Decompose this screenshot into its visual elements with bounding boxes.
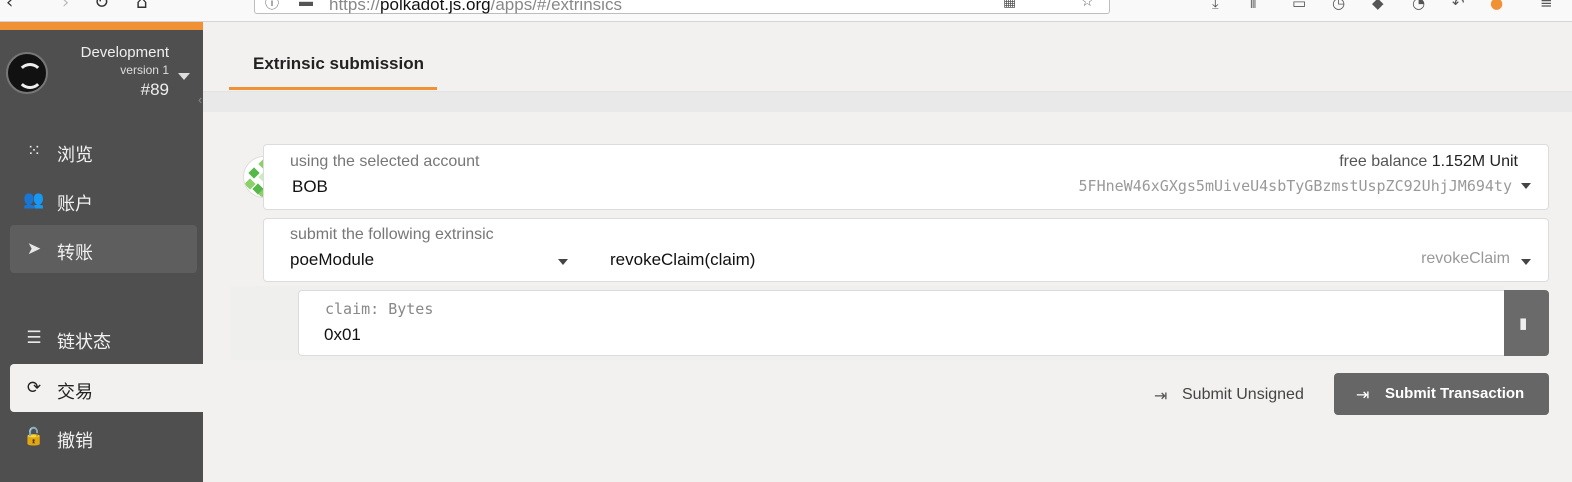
sidebar-item-transfer[interactable]: ➤ 转账 xyxy=(10,225,197,273)
chat-icon[interactable]: ◔ xyxy=(1412,0,1425,12)
bitcoin-icon[interactable]: ● xyxy=(1490,0,1503,12)
sidebar-item-accounts[interactable]: 👥 账户 xyxy=(10,176,197,224)
sidebar-toggle-icon[interactable]: ▭ xyxy=(1292,0,1306,12)
database-icon: ☰ xyxy=(26,328,42,348)
extension-icon[interactable]: ◆ xyxy=(1372,0,1384,12)
chevron-down-icon[interactable] xyxy=(1521,183,1531,189)
unlock-icon: 🔓 xyxy=(23,427,45,447)
menu-icon[interactable]: ≡ xyxy=(1540,0,1553,12)
sidebar-item-label: 转账 xyxy=(57,243,93,264)
tab-bar: Extrinsic submission xyxy=(203,22,1572,92)
account-label: using the selected account xyxy=(290,153,480,170)
claim-input[interactable]: claim: Bytes 0x01 xyxy=(298,290,1506,356)
paper-plane-icon: ➤ xyxy=(26,239,42,259)
browser-toolbar: ‹ › ↻ ⌂ ⓘ ▬ https://polkadot.js.org/apps… xyxy=(0,0,1572,22)
module-select[interactable]: poeModule xyxy=(290,250,580,272)
chain-logo-icon xyxy=(6,52,48,94)
sidebar-item-extrinsics[interactable]: ⟳ 交易 xyxy=(10,364,203,412)
chain-version: version 1 xyxy=(120,63,169,77)
library-icon[interactable]: ⫴ xyxy=(1250,0,1256,12)
forward-icon[interactable]: › xyxy=(62,0,69,13)
sidebar-item-revoke[interactable]: 🔓 撤销 xyxy=(10,413,197,461)
submit-transaction-button[interactable]: ⇥ Submit Transaction xyxy=(1334,373,1549,415)
submit-transaction-label: Submit Transaction xyxy=(1385,385,1525,402)
tab-label: Extrinsic submission xyxy=(253,54,424,73)
undo-icon[interactable]: ↶ xyxy=(1452,0,1465,12)
header-divider-band xyxy=(203,92,1572,112)
lock-icon: ▬ xyxy=(299,0,313,9)
bookmark-icon[interactable]: ☆ xyxy=(1081,0,1094,10)
extrinsic-selector: submit the following extrinsic poeModule… xyxy=(263,218,1549,282)
history-icon[interactable]: ◷ xyxy=(1332,0,1345,12)
sidebar-item-label: 交易 xyxy=(57,382,93,403)
account-address: 5FHneW46xGXgs5mUiveU4sbTyGBzmstUspZC92Uh… xyxy=(1078,177,1512,195)
chain-dropdown-icon[interactable] xyxy=(178,73,190,80)
site-info-icon[interactable]: ⓘ xyxy=(265,0,279,13)
submit-unsigned-button[interactable]: ⇥ Submit Unsigned xyxy=(1148,374,1314,416)
collapse-sidebar-icon[interactable]: ‹ xyxy=(198,92,202,107)
download-icon[interactable]: ⤓ xyxy=(1212,0,1219,12)
address-bar[interactable]: ⓘ ▬ https://polkadot.js.org/apps/#/extri… xyxy=(254,0,1110,14)
sidebar-item-chainstate[interactable]: ☰ 链状态 xyxy=(10,314,197,362)
sidebar-item-explorer[interactable]: ⁙ 浏览 xyxy=(10,127,197,175)
chevron-down-icon[interactable] xyxy=(1521,259,1531,265)
method-value: revokeClaim(claim) xyxy=(610,250,756,269)
qr-code-icon[interactable]: ▦ xyxy=(1003,0,1016,10)
sign-in-icon: ⇥ xyxy=(1154,386,1168,405)
balance-display: free balance 1.152M Unit xyxy=(1339,153,1518,170)
reload-icon[interactable]: ↻ xyxy=(94,0,109,13)
file-icon: ▮ xyxy=(1519,314,1528,332)
home-icon[interactable]: ⌂ xyxy=(136,0,147,13)
tab-extrinsic-submission[interactable]: Extrinsic submission xyxy=(229,42,437,90)
file-upload-button[interactable]: ▮ xyxy=(1504,290,1549,356)
claim-param-label: claim: Bytes xyxy=(325,300,434,318)
url-text: https://polkadot.js.org/apps/#/extrinsic… xyxy=(329,0,622,14)
claim-value: 0x01 xyxy=(324,325,361,344)
method-select[interactable]: revokeClaim(claim) xyxy=(610,250,1530,272)
account-selector[interactable]: using the selected account BOB free bala… xyxy=(263,144,1549,210)
sync-icon: ⟳ xyxy=(26,378,42,398)
block-number: #89 xyxy=(140,80,169,99)
sidebar-accent-bar xyxy=(0,22,203,30)
module-value: poeModule xyxy=(290,250,375,269)
sidebar-item-label: 浏览 xyxy=(57,145,93,166)
users-icon: 👥 xyxy=(23,190,45,210)
method-short-name: revokeClaim xyxy=(1421,250,1510,267)
submit-unsigned-label: Submit Unsigned xyxy=(1182,386,1304,403)
sidebar: Development version 1 #89 ‹ ⁙ 浏览 👥 账户 ➤ … xyxy=(0,22,203,482)
grid-dots-icon: ⁙ xyxy=(26,141,42,161)
extrinsic-label: submit the following extrinsic xyxy=(290,226,494,243)
sidebar-item-label: 链状态 xyxy=(57,332,111,353)
sign-in-icon: ⇥ xyxy=(1356,385,1370,404)
back-icon[interactable]: ‹ xyxy=(6,0,13,13)
chain-name: Development xyxy=(80,44,169,61)
account-name: BOB xyxy=(292,177,328,196)
sidebar-item-label: 撤销 xyxy=(57,431,93,452)
sidebar-item-label: 账户 xyxy=(57,194,93,215)
chevron-down-icon[interactable] xyxy=(558,259,568,265)
